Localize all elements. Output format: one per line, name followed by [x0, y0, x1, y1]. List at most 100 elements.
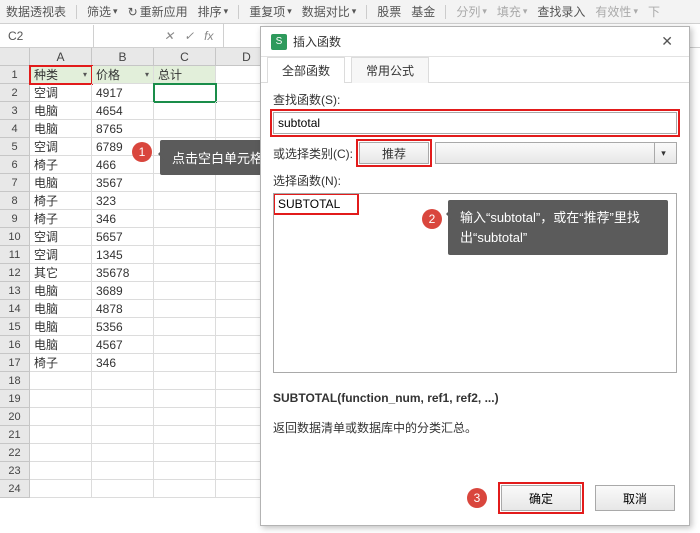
fx-icon[interactable]: fx — [204, 29, 213, 43]
cell[interactable] — [154, 462, 216, 480]
category-combo-highlight[interactable]: 推荐 — [359, 142, 429, 164]
cell[interactable] — [30, 444, 92, 462]
cell[interactable]: 空调 — [30, 228, 92, 246]
dedupe-button[interactable]: 重复项▾ — [249, 3, 292, 20]
close-icon[interactable]: ✕ — [655, 31, 679, 52]
cell[interactable] — [154, 300, 216, 318]
cell[interactable]: 3689 — [92, 282, 154, 300]
row-header[interactable]: 20 — [0, 408, 30, 426]
row-header[interactable]: 1 — [0, 66, 30, 84]
cell[interactable] — [30, 390, 92, 408]
tab-common-formula[interactable]: 常用公式 — [351, 57, 429, 83]
cell[interactable]: 电脑 — [30, 300, 92, 318]
cell[interactable]: 椅子 — [30, 354, 92, 372]
cell[interactable]: 其它 — [30, 264, 92, 282]
cell[interactable] — [92, 480, 154, 498]
col-header-C[interactable]: C — [154, 48, 216, 66]
cell[interactable] — [92, 372, 154, 390]
chevron-down-icon[interactable]: ▾ — [654, 143, 672, 163]
cell[interactable] — [30, 480, 92, 498]
cell[interactable] — [154, 282, 216, 300]
cell[interactable] — [154, 174, 216, 192]
cell[interactable]: 4917 — [92, 84, 154, 102]
row-header[interactable]: 5 — [0, 138, 30, 156]
dropdown-button[interactable]: 下 — [648, 3, 660, 20]
row-header[interactable]: 16 — [0, 336, 30, 354]
row-header[interactable]: 6 — [0, 156, 30, 174]
filter-button[interactable]: 筛选▾ — [87, 3, 118, 20]
cell[interactable] — [92, 390, 154, 408]
list-item[interactable]: SUBTOTAL — [276, 196, 356, 212]
row-header[interactable]: 3 — [0, 102, 30, 120]
cell[interactable]: 种类▾ — [30, 66, 92, 84]
cell[interactable] — [30, 462, 92, 480]
row-header[interactable]: 17 — [0, 354, 30, 372]
cell[interactable]: 3567 — [92, 174, 154, 192]
cell[interactable]: 4567 — [92, 336, 154, 354]
split-button[interactable]: 分列▾ — [456, 3, 487, 20]
row-header[interactable]: 8 — [0, 192, 30, 210]
cell[interactable] — [30, 372, 92, 390]
cell[interactable] — [154, 480, 216, 498]
row-header[interactable]: 21 — [0, 426, 30, 444]
cell[interactable]: 1345 — [92, 246, 154, 264]
row-header[interactable]: 12 — [0, 264, 30, 282]
cell[interactable]: 323 — [92, 192, 154, 210]
row-header[interactable]: 7 — [0, 174, 30, 192]
cell[interactable] — [154, 318, 216, 336]
cell[interactable]: 电脑 — [30, 336, 92, 354]
cell[interactable]: 346 — [92, 210, 154, 228]
cancel-icon[interactable]: ✕ — [164, 29, 174, 43]
row-header[interactable]: 13 — [0, 282, 30, 300]
cell[interactable]: 电脑 — [30, 120, 92, 138]
cell[interactable]: 5657 — [92, 228, 154, 246]
cell[interactable] — [92, 462, 154, 480]
cell[interactable]: 5356 — [92, 318, 154, 336]
cell[interactable] — [154, 210, 216, 228]
cell[interactable]: 电脑 — [30, 102, 92, 120]
row-header[interactable]: 15 — [0, 318, 30, 336]
validation-button[interactable]: 有效性▾ — [595, 3, 638, 20]
filter-drop-icon[interactable]: ▾ — [83, 66, 87, 84]
cell[interactable] — [92, 444, 154, 462]
cell[interactable]: 椅子 — [30, 210, 92, 228]
cell[interactable] — [154, 444, 216, 462]
row-header[interactable]: 10 — [0, 228, 30, 246]
row-header[interactable]: 4 — [0, 120, 30, 138]
cell[interactable]: 价格▾ — [92, 66, 154, 84]
cell[interactable]: 4654 — [92, 102, 154, 120]
cell[interactable] — [154, 354, 216, 372]
cell[interactable] — [154, 336, 216, 354]
cancel-button[interactable]: 取消 — [595, 485, 675, 511]
cell[interactable] — [154, 102, 216, 120]
stock-button[interactable]: 股票 — [377, 3, 401, 20]
cell[interactable]: 电脑 — [30, 318, 92, 336]
fill-button[interactable]: 填充▾ — [497, 3, 528, 20]
cell[interactable] — [154, 372, 216, 390]
cell[interactable] — [154, 228, 216, 246]
cell[interactable]: 空调 — [30, 246, 92, 264]
cell[interactable] — [154, 390, 216, 408]
tab-all-functions[interactable]: 全部函数 — [267, 57, 345, 83]
cell[interactable] — [92, 408, 154, 426]
cell[interactable]: 空调 — [30, 138, 92, 156]
category-combo[interactable]: ▾ — [435, 142, 677, 164]
name-box[interactable]: C2 — [0, 25, 94, 47]
row-header[interactable]: 19 — [0, 390, 30, 408]
row-header[interactable]: 11 — [0, 246, 30, 264]
accept-icon[interactable]: ✓ — [184, 29, 194, 43]
cell[interactable]: 8765 — [92, 120, 154, 138]
cell[interactable] — [30, 408, 92, 426]
select-all-corner[interactable] — [0, 48, 30, 66]
cell[interactable]: 总计 — [154, 66, 216, 84]
cell[interactable]: 4878 — [92, 300, 154, 318]
cell[interactable] — [30, 426, 92, 444]
sort-button[interactable]: 排序▾ — [198, 3, 229, 20]
cell[interactable] — [154, 246, 216, 264]
filter-drop-icon[interactable]: ▾ — [145, 66, 149, 84]
row-header[interactable]: 9 — [0, 210, 30, 228]
ok-button[interactable]: 确定 — [501, 485, 581, 511]
cell[interactable]: 电脑 — [30, 282, 92, 300]
cell[interactable]: 346 — [92, 354, 154, 372]
cell[interactable]: 35678 — [92, 264, 154, 282]
